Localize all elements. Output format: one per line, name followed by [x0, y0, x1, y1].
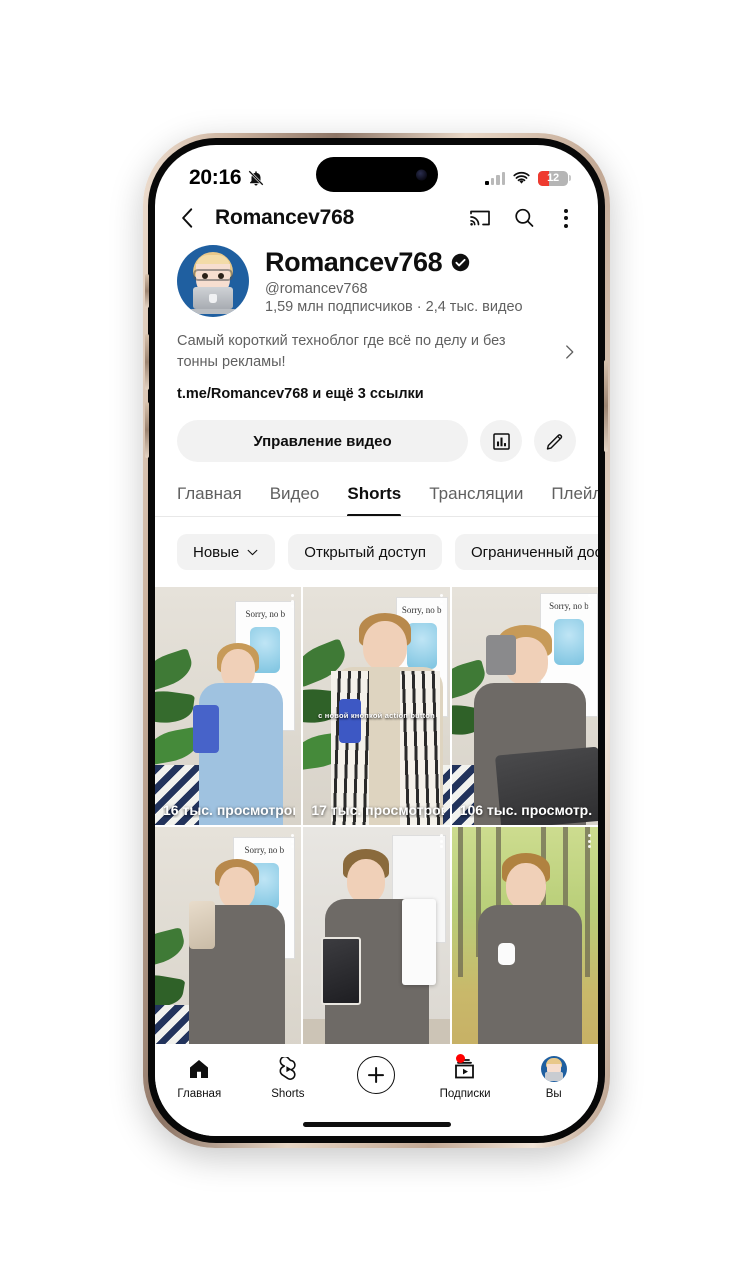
back-chevron-icon[interactable]: [175, 205, 201, 231]
view-count: 106 тыс. просмотр...: [459, 802, 592, 819]
status-bar-left: 20:16: [189, 166, 265, 190]
poster-text: Sorry, no b: [244, 845, 285, 856]
nav-item-shorts[interactable]: Shorts: [244, 1056, 333, 1100]
nav-label-home: Главная: [177, 1088, 222, 1100]
nav-item-account[interactable]: Вы: [509, 1056, 598, 1100]
channel-name-row: Romancev768: [265, 247, 523, 278]
item-menu-icon[interactable]: [439, 834, 443, 849]
shorts-grid-item[interactable]: Sorry, no b: [451, 587, 598, 826]
phone-device-frame: 20:16 12 Romancev768 Romancev768 @romanc…: [143, 133, 610, 1148]
volume-up-button[interactable]: [145, 334, 149, 390]
chevron-right-icon: [566, 344, 574, 359]
channel-handle: @romancev768: [265, 281, 368, 297]
filter-chip-row: Новые Открытый доступ Ограниченный досту: [155, 517, 598, 587]
item-menu-icon[interactable]: [439, 594, 443, 609]
volume-down-button[interactable]: [145, 402, 149, 458]
account-avatar-icon: [540, 1056, 567, 1082]
tab-shorts[interactable]: Shorts: [347, 484, 401, 517]
item-menu-icon[interactable]: [587, 834, 591, 849]
pencil-edit-icon: [546, 434, 563, 450]
shorts-icon: [275, 1056, 301, 1082]
shorts-grid: Sorry, no b 16 тыс. просмотров Sorry, no…: [155, 587, 598, 1066]
shorts-grid-item[interactable]: Sorry, no b: [303, 587, 450, 826]
channel-description: Самый короткий техноблог где всё по делу…: [177, 333, 506, 370]
view-count: 16 тыс. просмотров: [163, 802, 296, 819]
chip-sort-newest-label: Новые: [193, 543, 240, 561]
home-indicator: [302, 1122, 451, 1127]
power-button[interactable]: [604, 360, 608, 452]
channel-name: Romancev768: [265, 247, 443, 277]
status-bar-right: 12: [485, 170, 571, 186]
verified-badge-icon: [452, 253, 470, 272]
manage-videos-button[interactable]: Управление видео: [177, 420, 468, 463]
tab-pleylisty[interactable]: Плейлис: [551, 484, 598, 516]
shorts-grid-item[interactable]: Sorry, no b: [155, 587, 302, 826]
screenshot-canvas: 20:16 12 Romancev768 Romancev768 @romanc…: [0, 0, 753, 1280]
status-bar: 20:16 12: [155, 145, 598, 199]
tab-translyacii[interactable]: Трансляции: [429, 484, 523, 516]
page-title: Romancev768: [215, 206, 355, 229]
poster-text: Sorry, no b: [401, 605, 442, 616]
nav-label-subscriptions: Подписки: [439, 1088, 491, 1100]
profile-header: Romancev768 @romancev768 1,59 млн подпис…: [155, 241, 598, 317]
wifi-icon: [513, 171, 530, 184]
dynamic-island: [315, 157, 438, 192]
nav-label-account: Вы: [545, 1088, 562, 1100]
poster-text: Sorry, no b: [245, 609, 286, 620]
poster-text: Sorry, no b: [549, 601, 589, 612]
action-row: Управление видео: [155, 402, 598, 463]
phone-bezel: 20:16 12 Romancev768 Romancev768 @romanc…: [145, 138, 608, 1143]
battery-indicator: 12: [538, 170, 571, 186]
clock-time: 20:16: [189, 166, 242, 189]
cellular-signal-icon: [485, 171, 505, 185]
action-button[interactable]: [145, 274, 149, 308]
battery-level-text: 12: [547, 172, 559, 184]
nav-item-home[interactable]: Главная: [155, 1056, 244, 1100]
app-bar-actions: [468, 206, 576, 230]
view-count: 17 тыс. просмотров: [311, 802, 444, 819]
home-icon: [186, 1056, 212, 1082]
app-bar: Romancev768: [155, 199, 598, 241]
channel-description-row[interactable]: Самый короткий техноблог где всё по делу…: [155, 317, 598, 372]
video-caption-overlay: с новой кнопкой action button: [318, 710, 435, 720]
item-menu-icon[interactable]: [291, 834, 295, 849]
create-plus-icon: [357, 1056, 396, 1094]
cast-icon[interactable]: [468, 206, 492, 230]
profile-info: Romancev768 @romancev768 1,59 млн подпис…: [265, 245, 523, 315]
channel-stats: 1,59 млн подписчиков · 2,4 тыс. видео: [265, 299, 523, 315]
shorts-grid-item[interactable]: Sorry, no b: [155, 827, 302, 1066]
nav-item-subscriptions[interactable]: Подписки: [421, 1054, 510, 1100]
analytics-bar-chart-icon: [492, 432, 510, 450]
channel-avatar[interactable]: [177, 245, 249, 317]
chip-public-access[interactable]: Открытый доступ: [288, 534, 442, 571]
kebab-menu-icon[interactable]: [556, 208, 576, 228]
phone-screen: 20:16 12 Romancev768 Romancev768 @romanc…: [155, 145, 598, 1136]
item-menu-icon[interactable]: [291, 594, 295, 609]
bell-slash-icon: [248, 170, 264, 186]
chip-limited-access[interactable]: Ограниченный досту: [454, 534, 598, 571]
chevron-down-icon: [247, 549, 258, 555]
nav-item-create[interactable]: [332, 1056, 421, 1094]
tab-glavnaya[interactable]: Главная: [177, 484, 242, 516]
nav-label-shorts: Shorts: [271, 1088, 305, 1100]
channel-links[interactable]: t.me/Romancev768 и ещё 3 ссылки: [155, 372, 598, 402]
shorts-grid-item[interactable]: [451, 827, 598, 1066]
tab-video[interactable]: Видео: [270, 484, 320, 516]
search-icon[interactable]: [512, 206, 536, 230]
chip-sort-newest[interactable]: Новые: [177, 534, 276, 571]
channel-tabs: Главная Видео Shorts Трансляции Плейлис: [155, 462, 598, 518]
shorts-grid-item[interactable]: [303, 827, 450, 1066]
edit-button[interactable]: [534, 420, 576, 463]
analytics-button[interactable]: [480, 420, 522, 463]
item-menu-icon[interactable]: [587, 594, 591, 609]
